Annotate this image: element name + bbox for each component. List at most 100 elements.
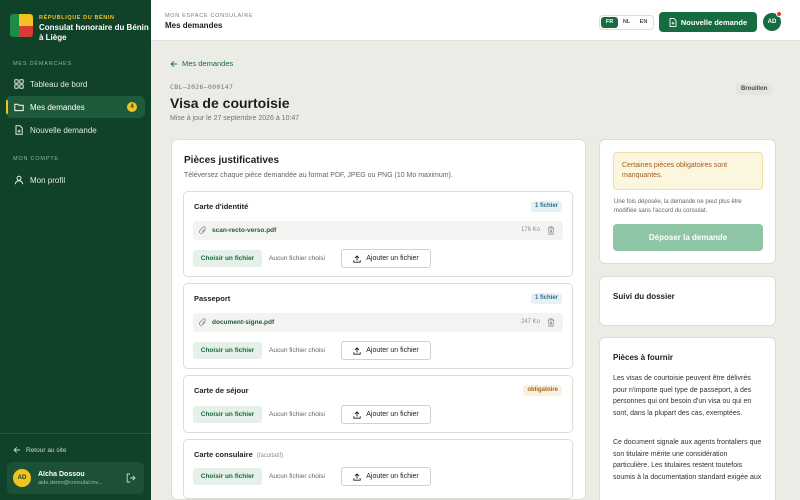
add-file-label: Ajouter un fichier	[366, 411, 419, 418]
avatar: AD	[13, 469, 31, 487]
no-file-chosen-text: Aucun fichier choisi	[269, 473, 325, 480]
add-file-label: Ajouter un fichier	[366, 255, 419, 262]
sidebar-item-label: Mon profil	[30, 175, 66, 185]
required-badge: obligatoire	[523, 385, 562, 396]
file-size: 176 Ko	[520, 227, 540, 233]
grid-icon	[14, 79, 24, 89]
file-count-badge: 1 fichier	[530, 293, 562, 304]
document-card-identity: Carte d'identité 1 fichier scan-recto-ve…	[183, 191, 573, 277]
new-request-label: Nouvelle demande	[680, 17, 748, 27]
document-name: Carte consulaire	[194, 450, 253, 459]
logout-icon[interactable]	[126, 473, 136, 483]
back-to-site-link[interactable]: Retour au site	[13, 446, 66, 454]
sidebar-item-label: Nouvelle demande	[30, 125, 97, 135]
new-request-button[interactable]: Nouvelle demande	[659, 12, 757, 32]
notification-dot	[776, 11, 782, 17]
sidebar-item-dashboard[interactable]: Tableau de bord	[6, 73, 145, 95]
uploaded-file-row: scan-recto-verso.pdf 176 Ko	[193, 221, 563, 240]
back-to-site-label: Retour au site	[26, 446, 67, 454]
sidebar-item-label: Tableau de bord	[30, 79, 88, 89]
missing-documents-alert: Certaines pièces obligatoires sont manqu…	[613, 152, 763, 190]
upload-icon	[353, 410, 361, 419]
document-name-wrap: Carte consulaire (facultatif)	[194, 450, 283, 459]
add-file-button[interactable]: Ajouter un fichier	[341, 341, 431, 360]
arrow-left-icon	[170, 60, 177, 67]
document-name: Carte d'identité	[194, 202, 249, 211]
no-file-chosen-text: Aucun fichier choisi	[269, 255, 325, 262]
request-reference: CBL–2026–000147	[170, 83, 234, 91]
tracking-card: Suivi du dossier	[599, 276, 776, 326]
last-updated: Mise à jour le 27 septembre 2026 à 10:47	[170, 115, 300, 122]
document-card-passport: Passeport 1 fichier document-signe.pdf 2…	[183, 283, 573, 369]
trash-icon[interactable]	[547, 318, 555, 327]
document-name: Carte de séjour	[194, 386, 249, 395]
required-documents-paragraph: Les visas de courtoisie peuvent être dél…	[613, 375, 752, 417]
sidebar-item-new-request[interactable]: Nouvelle demande	[6, 119, 145, 141]
documents-panel: Pièces justificatives Téléversez chaque …	[171, 139, 586, 500]
upload-icon	[353, 472, 361, 481]
tracking-card-title: Suivi du dossier	[613, 292, 675, 301]
file-name-link[interactable]: document-signe.pdf	[212, 319, 274, 326]
add-file-button[interactable]: Ajouter un fichier	[341, 405, 431, 424]
trash-icon[interactable]	[547, 226, 555, 235]
optional-label: (facultatif)	[256, 453, 284, 459]
no-file-chosen-text: Aucun fichier choisi	[269, 411, 325, 418]
language-option-en[interactable]: EN	[635, 17, 652, 28]
required-documents-card: Pièces à fournir Les visas de courtoisie…	[599, 337, 776, 500]
section-label-account: Mon compte	[13, 156, 59, 162]
sidebar-divider	[0, 433, 151, 434]
file-name-link[interactable]: scan-recto-verso.pdf	[212, 227, 276, 234]
documents-panel-subtitle: Téléversez chaque pièce demandée au form…	[184, 172, 453, 179]
user-email: aide.demo@consulat.inv...	[38, 479, 103, 486]
documents-panel-title: Pièces justificatives	[184, 155, 280, 166]
add-file-label: Ajouter un fichier	[366, 347, 419, 354]
language-option-fr[interactable]: FR	[601, 17, 618, 28]
add-file-button[interactable]: Ajouter un fichier	[341, 249, 431, 268]
sidebar-item-profile[interactable]: Mon profil	[6, 169, 145, 191]
paperclip-icon	[199, 318, 206, 326]
folder-icon	[14, 103, 24, 112]
sidebar: République du Bénin Consulat honoraire d…	[0, 0, 151, 500]
page-title: Visa de courtoisie	[170, 95, 290, 111]
submit-note: Une fois déposée, la demande ne peut plu…	[614, 199, 742, 214]
file-count-badge: 1 fichier	[530, 201, 562, 212]
language-option-nl[interactable]: NL	[618, 17, 635, 28]
document-name: Passeport	[194, 294, 231, 303]
choose-file-button[interactable]: Choisir un fichier	[193, 468, 262, 485]
choose-file-button[interactable]: Choisir un fichier	[193, 250, 262, 267]
brand-name: Consulat honoraire du Bénin à Liège	[39, 23, 149, 42]
top-header: Mon espace consulaire Mes demandes FR NL…	[151, 0, 800, 41]
uploaded-file-row: document-signe.pdf 247 Ko	[193, 313, 563, 332]
back-link-label: Mes demandes	[182, 59, 234, 68]
language-switcher: FR NL EN	[599, 15, 654, 30]
file-plus-icon	[15, 125, 23, 135]
status-badge: Brouillon	[736, 83, 773, 95]
arrow-left-icon	[13, 446, 20, 454]
sidebar-item-my-requests[interactable]: Mes demandes 4	[6, 96, 145, 118]
header-kicker: Mon espace consulaire	[165, 13, 254, 19]
brand[interactable]: République du Bénin Consulat honoraire d…	[10, 14, 149, 43]
document-card-residence-card: Carte de séjour obligatoire Choisir un f…	[183, 375, 573, 433]
required-documents-paragraph: Ce document signale aux agents frontalie…	[613, 439, 762, 481]
count-badge: 4	[127, 102, 137, 112]
benin-flag-icon	[10, 14, 33, 37]
document-card-consular-card: Carte consulaire (facultatif) Choisir un …	[183, 439, 573, 499]
no-file-chosen-text: Aucun fichier choisi	[269, 347, 325, 354]
choose-file-button[interactable]: Choisir un fichier	[193, 342, 262, 359]
submit-request-button[interactable]: Déposer la demande	[613, 224, 763, 251]
back-to-requests-link[interactable]: Mes demandes	[170, 59, 233, 68]
file-plus-icon	[669, 17, 677, 27]
required-documents-title: Pièces à fournir	[613, 353, 674, 362]
submit-card: Certaines pièces obligatoires sont manqu…	[599, 139, 776, 264]
user-card[interactable]: AD Aïcha Dossou aide.demo@consulat.inv..…	[7, 462, 144, 494]
header-title: Mes demandes	[165, 21, 223, 30]
file-size: 247 Ko	[520, 319, 540, 325]
paperclip-icon	[199, 226, 206, 234]
user-icon	[14, 175, 24, 185]
choose-file-button[interactable]: Choisir un fichier	[193, 406, 262, 423]
upload-icon	[353, 254, 361, 263]
section-label-requests: Mes démarches	[13, 61, 72, 67]
add-file-button[interactable]: Ajouter un fichier	[341, 467, 431, 486]
brand-kicker: République du Bénin	[39, 15, 115, 21]
sidebar-item-label: Mes demandes	[30, 102, 85, 112]
